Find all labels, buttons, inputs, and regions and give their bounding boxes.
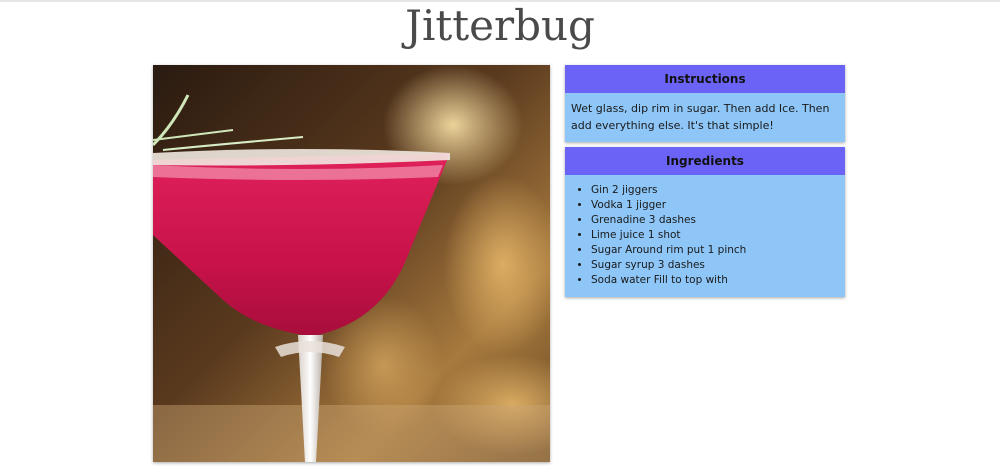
ingredient-item: Gin 2 jiggers: [591, 183, 839, 198]
ingredients-card: Ingredients Gin 2 jiggers Vodka 1 jigger…: [565, 147, 845, 297]
page-title: Jitterbug: [405, 1, 595, 50]
cocktail-photo: [153, 65, 550, 462]
instructions-text: Wet glass, dip rim in sugar. Then add Ic…: [571, 102, 830, 132]
ingredient-item: Grenadine 3 dashes: [591, 213, 839, 228]
ingredient-item: Lime juice 1 shot: [591, 228, 839, 243]
ingredient-item: Sugar syrup 3 dashes: [591, 258, 839, 273]
ingredients-header: Ingredients: [565, 147, 845, 175]
ingredients-body: Gin 2 jiggers Vodka 1 jigger Grenadine 3…: [565, 175, 845, 297]
ingredient-item: Sugar Around rim put 1 pinch: [591, 243, 839, 258]
ingredient-item: Vodka 1 jigger: [591, 198, 839, 213]
instructions-card: Instructions Wet glass, dip rim in sugar…: [565, 65, 845, 142]
ingredients-list: Gin 2 jiggers Vodka 1 jigger Grenadine 3…: [571, 183, 839, 288]
ingredient-item: Soda water Fill to top with: [591, 273, 839, 288]
instructions-header: Instructions: [565, 65, 845, 93]
